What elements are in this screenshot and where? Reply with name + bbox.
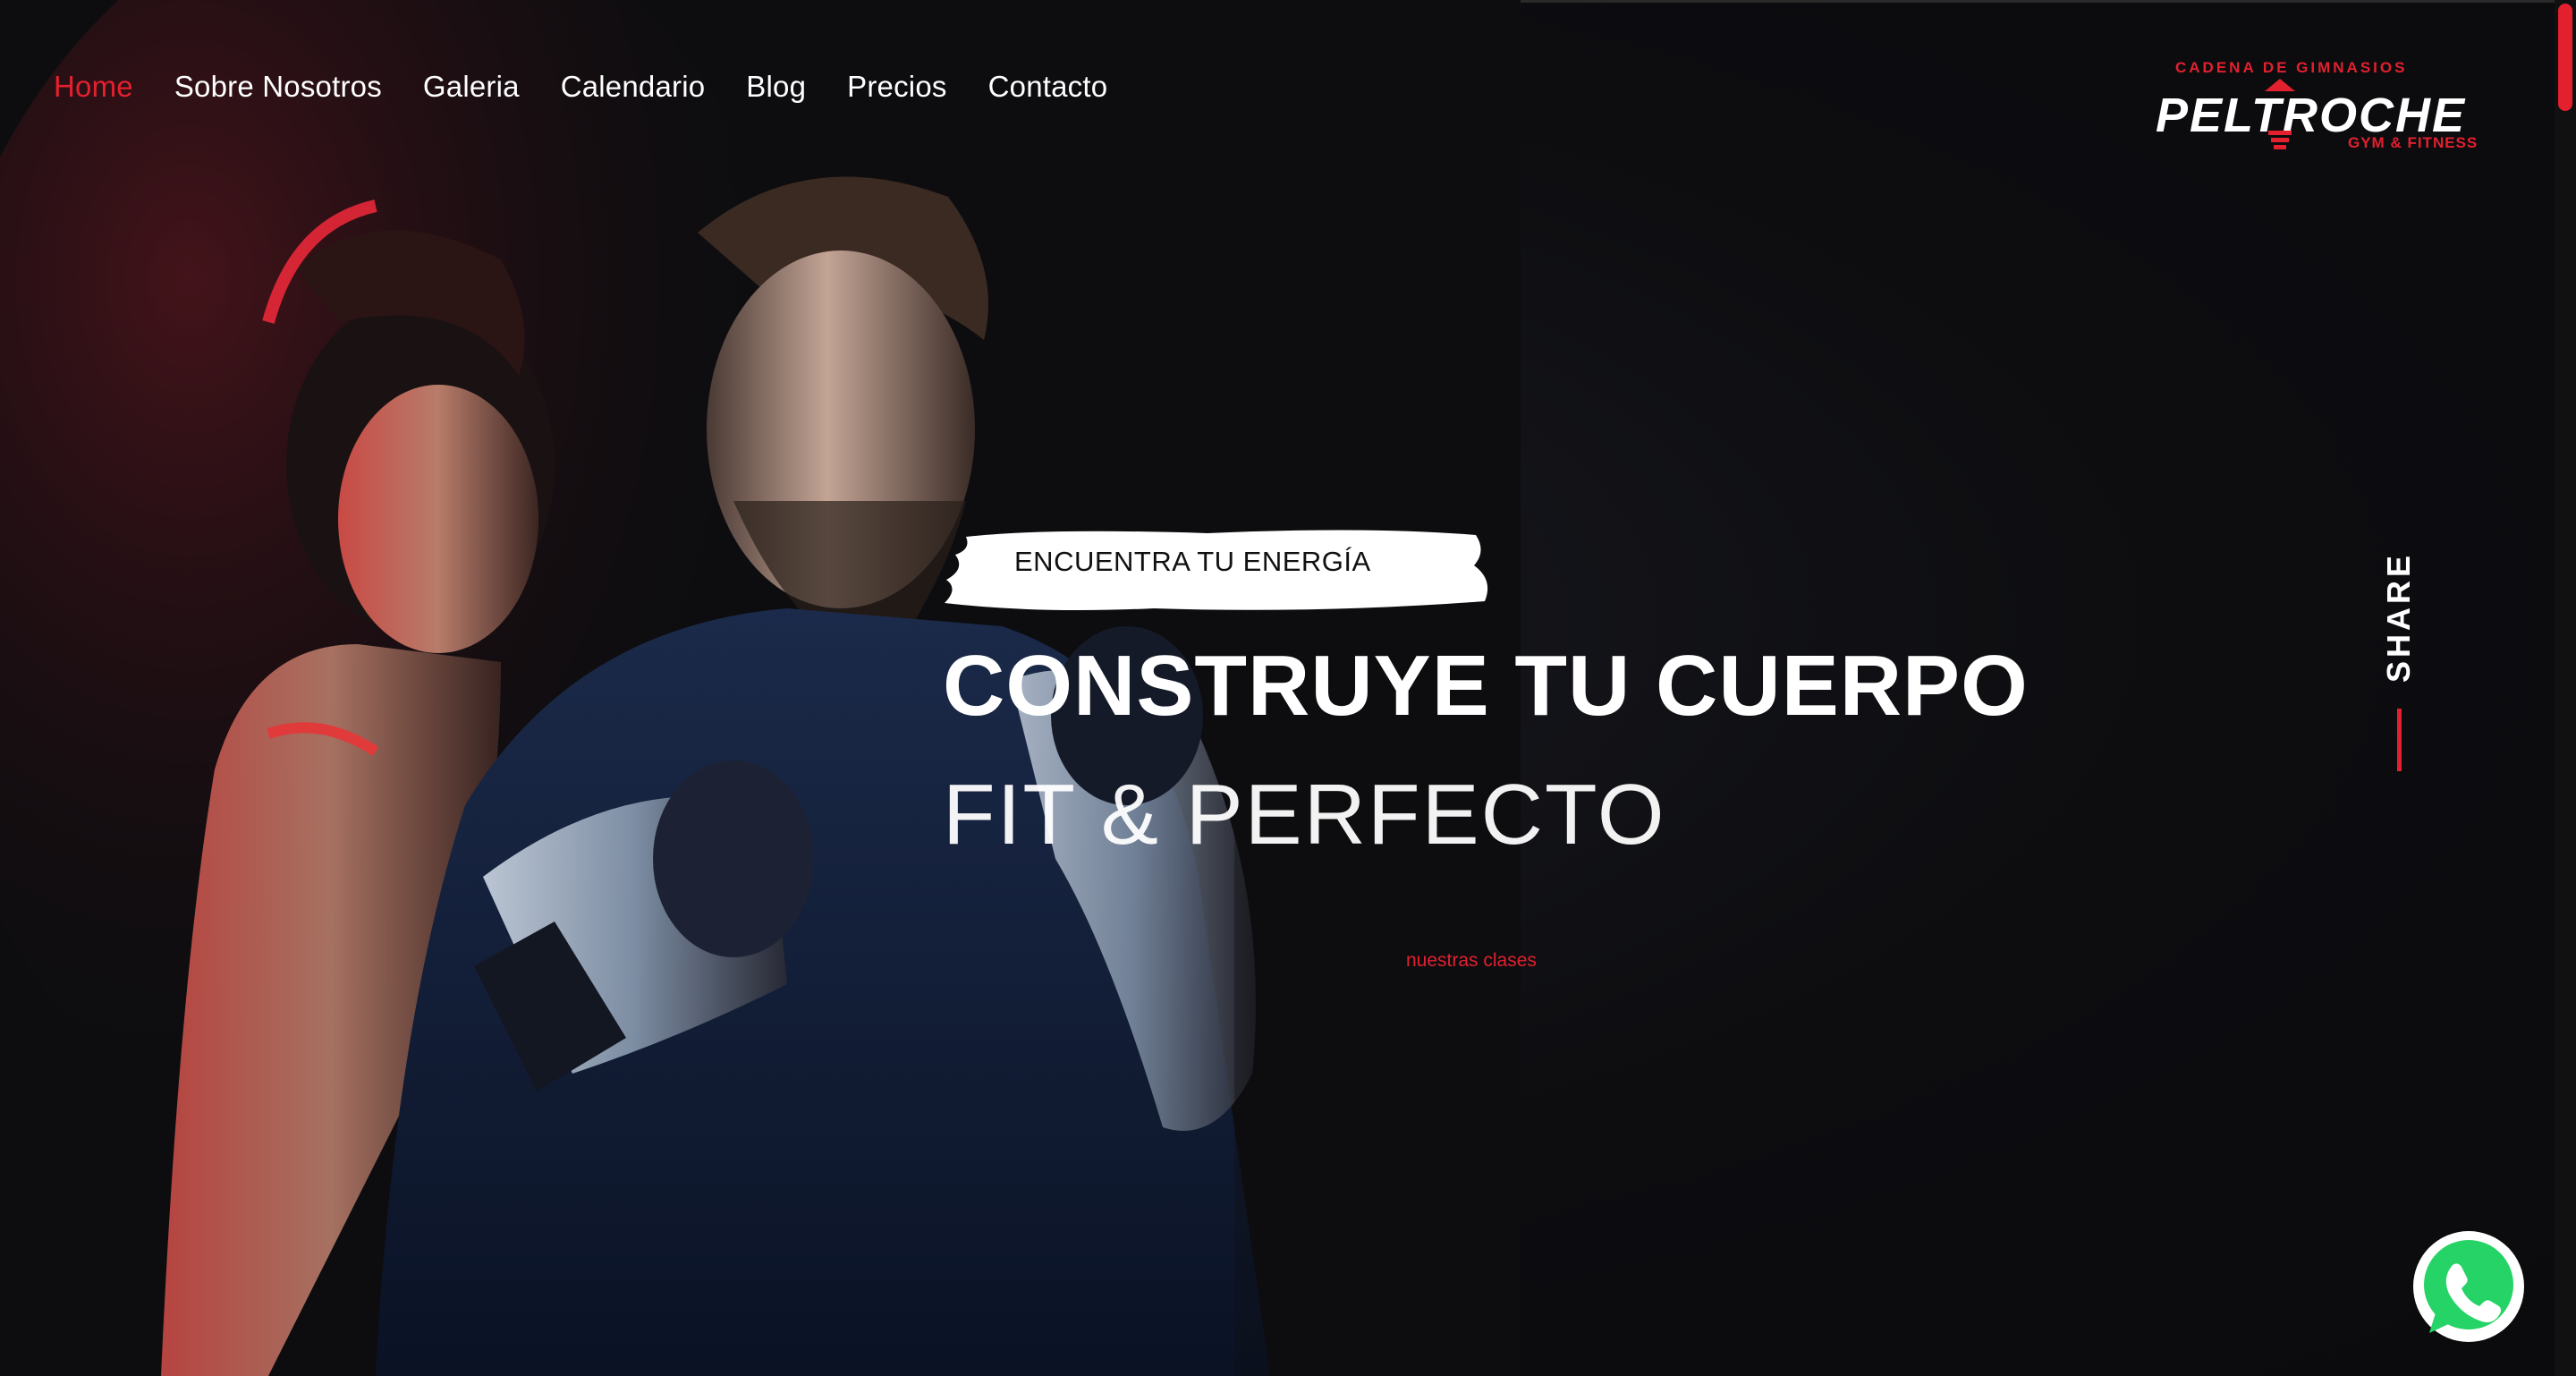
logo-sub-text: GYM & FITNESS <box>2348 134 2479 151</box>
page-scrollbar[interactable] <box>2555 0 2576 1376</box>
main-nav: Home Sobre Nosotros Galeria Calendario B… <box>54 70 1107 104</box>
hero-subtitle: FIT & PERFECTO <box>943 767 1666 862</box>
tagline-badge: ENCUENTRA TU ENERGÍA <box>939 524 1494 617</box>
share-divider <box>2397 709 2402 771</box>
nav-item-blog[interactable]: Blog <box>746 70 806 104</box>
nav-item-sobre-nosotros[interactable]: Sobre Nosotros <box>174 70 382 104</box>
hero-title: CONSTRUYE TU CUERPO <box>943 638 2029 734</box>
hero-page: Home Sobre Nosotros Galeria Calendario B… <box>0 0 2576 1376</box>
share-widget[interactable]: SHARE <box>2379 546 2419 778</box>
classes-link[interactable]: nuestras clases <box>1406 950 1537 972</box>
nav-item-galeria[interactable]: Galeria <box>423 70 520 104</box>
whatsapp-icon[interactable] <box>2410 1227 2528 1346</box>
brand-logo[interactable]: CADENA DE GIMNASIOS PELTROCHE GYM & FITN… <box>2156 55 2504 163</box>
nav-item-precios[interactable]: Precios <box>847 70 946 104</box>
nav-item-calendario[interactable]: Calendario <box>561 70 706 104</box>
share-label: SHARE <box>2380 551 2417 684</box>
logo-top-text: CADENA DE GIMNASIOS <box>2175 59 2408 76</box>
hero-tagline: ENCUENTRA TU ENERGÍA <box>1014 546 1371 577</box>
nav-item-contacto[interactable]: Contacto <box>988 70 1108 104</box>
dumbbell-logo-icon <box>2265 79 2295 149</box>
scrollbar-thumb[interactable] <box>2558 4 2572 111</box>
nav-item-home[interactable]: Home <box>54 70 133 104</box>
